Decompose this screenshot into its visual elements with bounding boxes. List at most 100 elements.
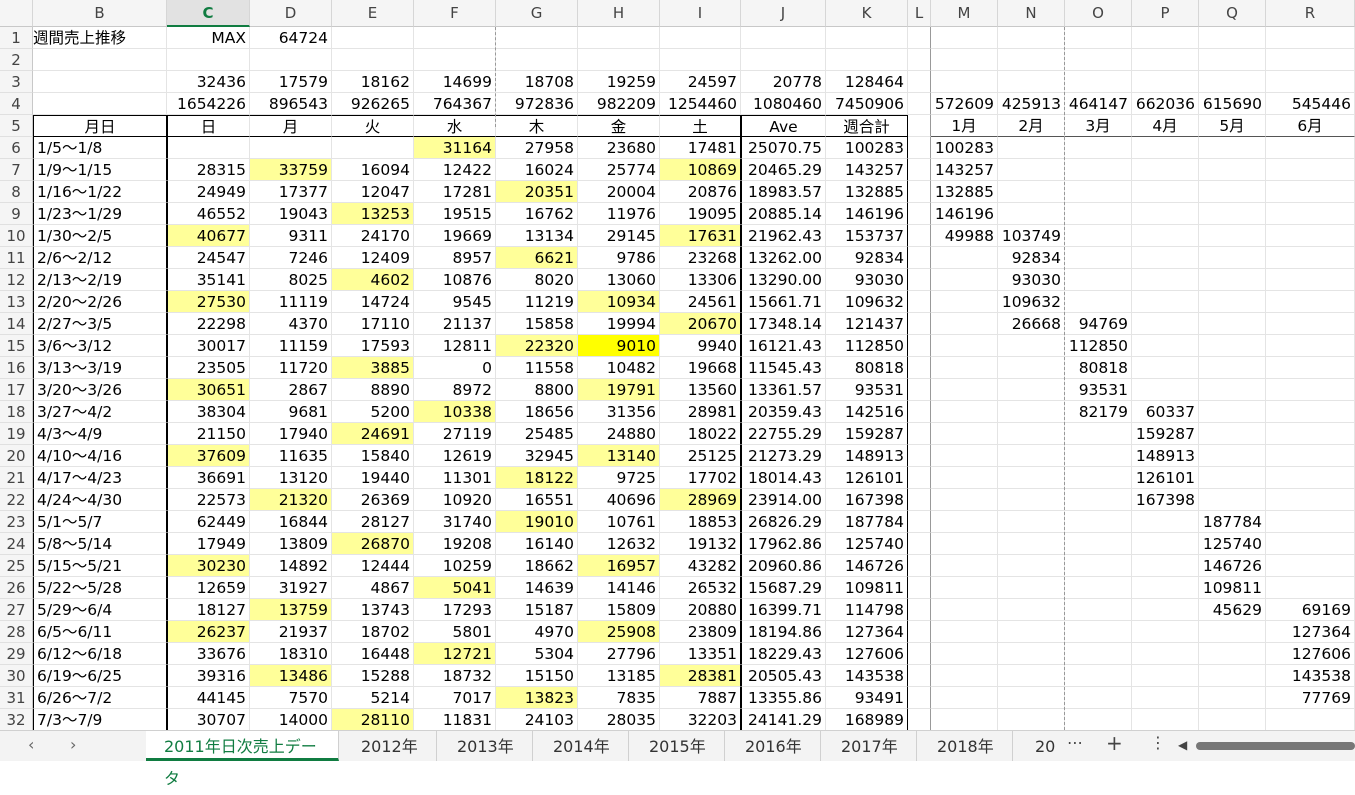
cell-l16[interactable] bbox=[908, 357, 931, 379]
cell-e8[interactable]: 12047 bbox=[332, 181, 414, 203]
cell-i4[interactable]: 1254460 bbox=[660, 93, 741, 115]
cell-i29[interactable]: 13351 bbox=[660, 643, 741, 665]
cell-h28[interactable]: 25908 bbox=[578, 621, 660, 643]
cell-e17[interactable]: 8890 bbox=[332, 379, 414, 401]
cell-r16[interactable] bbox=[1266, 357, 1355, 379]
cell-g26[interactable]: 14639 bbox=[496, 577, 578, 599]
cell-g23[interactable]: 19010 bbox=[496, 511, 578, 533]
cell-c3[interactable]: 32436 bbox=[167, 71, 250, 93]
cell-g24[interactable]: 16140 bbox=[496, 533, 578, 555]
sheet-tab-4[interactable]: 2014年 bbox=[535, 731, 629, 761]
cell-j6[interactable]: 25070.75 bbox=[741, 137, 826, 159]
column-header-i[interactable]: I bbox=[660, 0, 741, 27]
cell-k32[interactable]: 168989 bbox=[826, 709, 908, 730]
cell-e6[interactable] bbox=[332, 137, 414, 159]
cell-l27[interactable] bbox=[908, 599, 931, 621]
cell-f11[interactable]: 8957 bbox=[414, 247, 496, 269]
cell-l9[interactable] bbox=[908, 203, 931, 225]
cell-c16[interactable]: 23505 bbox=[167, 357, 250, 379]
cell-i24[interactable]: 19132 bbox=[660, 533, 741, 555]
cell-l22[interactable] bbox=[908, 489, 931, 511]
cell-h10[interactable]: 29145 bbox=[578, 225, 660, 247]
cell-e25[interactable]: 12444 bbox=[332, 555, 414, 577]
cell-n4[interactable]: 425913 bbox=[998, 93, 1065, 115]
cell-p16[interactable] bbox=[1132, 357, 1199, 379]
cell-q16[interactable] bbox=[1199, 357, 1266, 379]
cell-r11[interactable] bbox=[1266, 247, 1355, 269]
cell-m18[interactable] bbox=[931, 401, 998, 423]
cell-m32[interactable] bbox=[931, 709, 998, 730]
cell-j21[interactable]: 18014.43 bbox=[741, 467, 826, 489]
cell-q22[interactable] bbox=[1199, 489, 1266, 511]
cell-d8[interactable]: 17377 bbox=[250, 181, 332, 203]
cell-m7[interactable]: 143257 bbox=[931, 159, 998, 181]
cell-r13[interactable] bbox=[1266, 291, 1355, 313]
cell-q26[interactable]: 109811 bbox=[1199, 577, 1266, 599]
cell-r7[interactable] bbox=[1266, 159, 1355, 181]
spreadsheet-grid[interactable]: B C D E F G H I J K L M N O P Q R 1 週間売上推移 MAX 64724 2 3 32436 1… bbox=[0, 0, 1355, 730]
cell-p14[interactable] bbox=[1132, 313, 1199, 335]
cell-h13[interactable]: 10934 bbox=[578, 291, 660, 313]
cell-i2[interactable] bbox=[660, 49, 741, 71]
cell-r26[interactable] bbox=[1266, 577, 1355, 599]
cell-n17[interactable] bbox=[998, 379, 1065, 401]
cell-p4[interactable]: 662036 bbox=[1132, 93, 1199, 115]
cell-r32[interactable] bbox=[1266, 709, 1355, 730]
cell-g14[interactable]: 15858 bbox=[496, 313, 578, 335]
cell-p31[interactable] bbox=[1132, 687, 1199, 709]
cell-b25[interactable]: 5/15～5/21 bbox=[33, 555, 167, 577]
cell-l10[interactable] bbox=[908, 225, 931, 247]
cell-d29[interactable]: 18310 bbox=[250, 643, 332, 665]
cell-n28[interactable] bbox=[998, 621, 1065, 643]
cell-f23[interactable]: 31740 bbox=[414, 511, 496, 533]
cell-j10[interactable]: 21962.43 bbox=[741, 225, 826, 247]
horizontal-scrollbar[interactable] bbox=[1196, 742, 1355, 750]
cell-m4[interactable]: 572609 bbox=[931, 93, 998, 115]
column-header-b[interactable]: B bbox=[33, 0, 167, 27]
cell-g28[interactable]: 4970 bbox=[496, 621, 578, 643]
cell-k9[interactable]: 146196 bbox=[826, 203, 908, 225]
row-header-25[interactable]: 25 bbox=[0, 555, 33, 577]
row-header-4[interactable]: 4 bbox=[0, 93, 33, 115]
cell-p15[interactable] bbox=[1132, 335, 1199, 357]
cell-o13[interactable] bbox=[1065, 291, 1132, 313]
cell-n12[interactable]: 93030 bbox=[998, 269, 1065, 291]
cell-d24[interactable]: 13809 bbox=[250, 533, 332, 555]
column-header-d[interactable]: D bbox=[250, 0, 332, 27]
cell-n32[interactable] bbox=[998, 709, 1065, 730]
cell-p12[interactable] bbox=[1132, 269, 1199, 291]
cell-p24[interactable] bbox=[1132, 533, 1199, 555]
cell-j22[interactable]: 23914.00 bbox=[741, 489, 826, 511]
cell-f21[interactable]: 11301 bbox=[414, 467, 496, 489]
prev-sheet-button[interactable]: ‹ bbox=[28, 735, 34, 754]
column-header-m[interactable]: M bbox=[931, 0, 998, 27]
cell-q20[interactable] bbox=[1199, 445, 1266, 467]
cell-c15[interactable]: 30017 bbox=[167, 335, 250, 357]
cell-r18[interactable] bbox=[1266, 401, 1355, 423]
cell-f26[interactable]: 5041 bbox=[414, 577, 496, 599]
cell-o16[interactable]: 80818 bbox=[1065, 357, 1132, 379]
cell-j28[interactable]: 18194.86 bbox=[741, 621, 826, 643]
cell-d20[interactable]: 11635 bbox=[250, 445, 332, 467]
cell-j20[interactable]: 21273.29 bbox=[741, 445, 826, 467]
cell-d19[interactable]: 17940 bbox=[250, 423, 332, 445]
cell-m30[interactable] bbox=[931, 665, 998, 687]
cell-j26[interactable]: 15687.29 bbox=[741, 577, 826, 599]
cell-g2[interactable] bbox=[496, 49, 578, 71]
cell-d14[interactable]: 4370 bbox=[250, 313, 332, 335]
cell-f31[interactable]: 7017 bbox=[414, 687, 496, 709]
cell-c31[interactable]: 44145 bbox=[167, 687, 250, 709]
cell-g31[interactable]: 13823 bbox=[496, 687, 578, 709]
cell-h2[interactable] bbox=[578, 49, 660, 71]
cell-e22[interactable]: 26369 bbox=[332, 489, 414, 511]
cell-m19[interactable] bbox=[931, 423, 998, 445]
select-all-corner[interactable] bbox=[0, 0, 33, 27]
cell-d5[interactable]: 月 bbox=[250, 115, 332, 137]
cell-n11[interactable]: 92834 bbox=[998, 247, 1065, 269]
cell-j5[interactable]: Ave bbox=[741, 115, 826, 137]
cell-g18[interactable]: 18656 bbox=[496, 401, 578, 423]
cell-m28[interactable] bbox=[931, 621, 998, 643]
cell-j8[interactable]: 18983.57 bbox=[741, 181, 826, 203]
cell-f16[interactable]: 0 bbox=[414, 357, 496, 379]
cell-r21[interactable] bbox=[1266, 467, 1355, 489]
